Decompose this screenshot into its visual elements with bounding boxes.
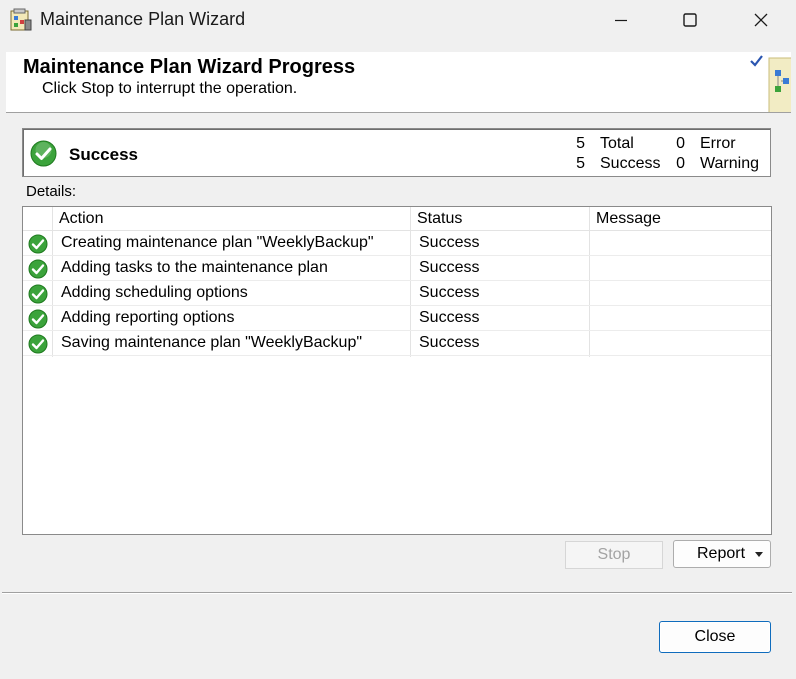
column-header-action[interactable]: Action (59, 210, 103, 228)
column-header-message[interactable]: Message (596, 210, 661, 228)
footer-divider (2, 592, 792, 594)
maximize-button[interactable] (667, 0, 713, 40)
row-status: Success (419, 259, 480, 276)
page-title: Maintenance Plan Wizard Progress (23, 56, 356, 78)
warning-label: Warning (700, 155, 759, 172)
row-status: Success (419, 309, 480, 326)
total-label: Total (600, 135, 634, 152)
close-window-button[interactable] (738, 0, 784, 40)
title-bar: Maintenance Plan Wizard (0, 0, 796, 40)
table-header: Action Status Message (23, 207, 771, 231)
error-label: Error (700, 135, 736, 152)
table-row[interactable]: Creating maintenance plan "WeeklyBackup"… (23, 231, 771, 256)
table-row[interactable]: Saving maintenance plan "WeeklyBackup" S… (23, 331, 771, 356)
success-check-icon (28, 284, 48, 304)
table-row[interactable]: Adding reporting options Success (23, 306, 771, 331)
details-label: Details: (26, 183, 77, 200)
column-header-status[interactable]: Status (417, 210, 462, 228)
table-row[interactable]: Adding scheduling options Success (23, 281, 771, 306)
row-status: Success (419, 234, 480, 251)
row-action: Adding reporting options (61, 309, 235, 326)
stop-button[interactable]: Stop (565, 541, 663, 569)
success-check-icon (28, 234, 48, 254)
maintenance-wizard-icon (9, 8, 33, 32)
page-subtitle: Click Stop to interrupt the operation. (42, 80, 298, 97)
window-title: Maintenance Plan Wizard (40, 9, 246, 29)
success-check-icon (28, 334, 48, 354)
summary-panel: Success 5 Total 0 Error 5 Success 0 Warn… (22, 128, 771, 177)
minimize-icon (615, 19, 627, 22)
success-check-icon (28, 309, 48, 329)
report-button[interactable]: Report (673, 540, 771, 568)
row-action: Adding scheduling options (61, 284, 248, 301)
row-action: Creating maintenance plan "WeeklyBackup" (61, 234, 374, 251)
error-count: 0 (676, 135, 685, 152)
wizard-banner-icon (729, 52, 794, 115)
total-count: 5 (576, 135, 585, 152)
row-status: Success (419, 334, 480, 351)
row-status: Success (419, 284, 480, 301)
summary-status: Success (69, 145, 138, 164)
maximize-icon (683, 13, 697, 27)
minimize-button[interactable] (598, 0, 644, 40)
details-table[interactable]: Action Status Message Creating maintenan… (22, 206, 772, 535)
dropdown-arrow-icon (755, 552, 763, 557)
row-action: Saving maintenance plan "WeeklyBackup" (61, 334, 363, 351)
close-icon (754, 13, 768, 27)
success-label: Success (600, 155, 661, 172)
success-count: 5 (576, 155, 585, 172)
success-check-icon (28, 259, 48, 279)
wizard-header: Maintenance Plan Wizard Progress Click S… (6, 52, 794, 115)
table-row[interactable]: Adding tasks to the maintenance plan Suc… (23, 256, 771, 281)
row-action: Adding tasks to the maintenance plan (61, 259, 328, 276)
warning-count: 0 (676, 155, 685, 172)
close-button[interactable]: Close (659, 621, 771, 653)
header-divider (6, 112, 791, 113)
success-check-icon (30, 140, 57, 167)
report-button-label: Report (697, 545, 746, 562)
